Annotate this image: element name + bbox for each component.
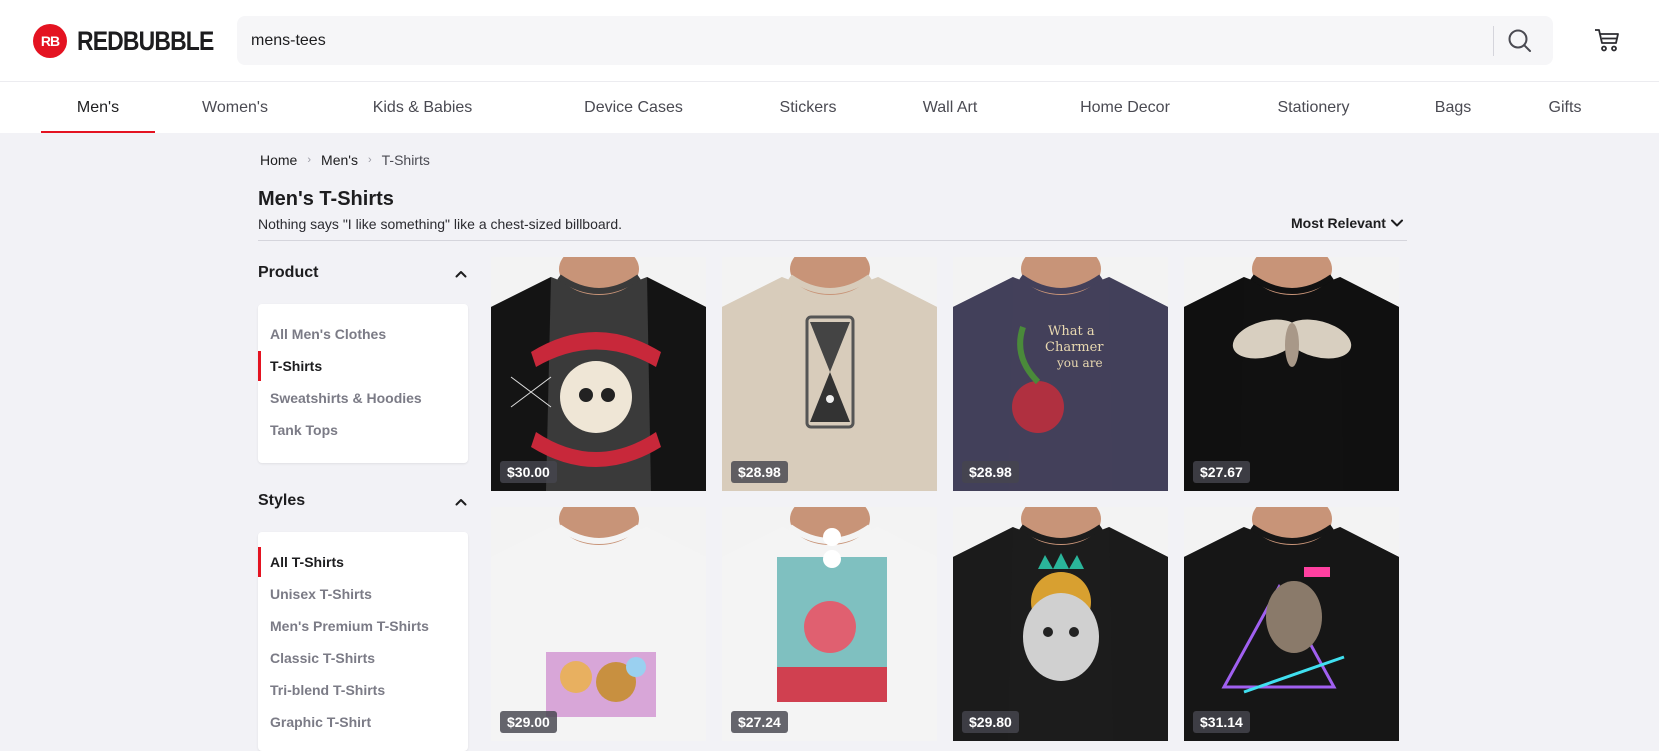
- nav-item-bags[interactable]: Bags: [1426, 82, 1480, 133]
- product-card[interactable]: What a Charmer you are $28.98: [953, 257, 1168, 491]
- product-card[interactable]: $31.14: [1184, 507, 1399, 741]
- search-input[interactable]: [251, 16, 1491, 65]
- product-card[interactable]: $27.24: [722, 507, 937, 741]
- breadcrumb-home[interactable]: Home: [260, 152, 297, 168]
- filter-heading-styles[interactable]: Styles: [258, 492, 468, 510]
- product-image: [491, 257, 706, 491]
- svg-text:What a: What a: [1048, 324, 1095, 339]
- nav-item-home-decor[interactable]: Home Decor: [1067, 82, 1183, 133]
- chevron-down-icon: [1390, 219, 1403, 227]
- product-image: [953, 507, 1168, 741]
- search-icon[interactable]: [1507, 28, 1533, 54]
- product-price: $27.67: [1193, 461, 1250, 483]
- breadcrumb-separator-icon: ›: [307, 154, 312, 166]
- filter-card-styles: All T-Shirts Unisex T-Shirts Men's Premi…: [258, 532, 468, 751]
- filter-heading-product-label: Product: [258, 264, 319, 281]
- product-price: $29.80: [962, 711, 1019, 733]
- product-price: $28.98: [731, 461, 788, 483]
- breadcrumb: Home › Men's › T-Shirts: [260, 152, 430, 168]
- product-price: $28.98: [962, 461, 1019, 483]
- active-filter-indicator: [258, 547, 261, 577]
- product-price: $30.00: [500, 461, 557, 483]
- filter-item-all-t-shirts[interactable]: All T-Shirts: [270, 554, 344, 570]
- product-image: [1184, 507, 1399, 741]
- logo-mark: RB: [33, 24, 67, 58]
- svg-text:Charmer: Charmer: [1045, 340, 1104, 355]
- chevron-up-icon: [455, 499, 467, 506]
- active-filter-indicator: [258, 351, 261, 381]
- nav-item-kids-babies[interactable]: Kids & Babies: [355, 82, 490, 133]
- product-image: [491, 507, 706, 741]
- product-image: [722, 257, 937, 491]
- filter-heading-product[interactable]: Product: [258, 264, 468, 282]
- product-card[interactable]: $27.67: [1184, 257, 1399, 491]
- redbubble-logo[interactable]: RB REDBUBBLE: [33, 24, 238, 58]
- filter-item-tri-blend-t-shirts[interactable]: Tri-blend T-Shirts: [270, 682, 385, 698]
- filter-item-all-mens-clothes[interactable]: All Men's Clothes: [270, 326, 386, 342]
- nav-item-wall-art[interactable]: Wall Art: [910, 82, 990, 133]
- product-image: What aCharmeryou are: [953, 257, 1168, 491]
- product-image: [722, 507, 937, 741]
- nav-item-mens[interactable]: Men's: [41, 82, 155, 133]
- search-divider: [1493, 26, 1494, 56]
- filter-item-sweatshirts-hoodies[interactable]: Sweatshirts & Hoodies: [270, 390, 422, 406]
- nav-item-gifts[interactable]: Gifts: [1538, 82, 1592, 133]
- product-price: $31.14: [1193, 711, 1250, 733]
- product-card[interactable]: $29.80: [953, 507, 1168, 741]
- nav-item-device-cases[interactable]: Device Cases: [573, 82, 694, 133]
- site-header: RB REDBUBBLE: [0, 0, 1659, 82]
- breadcrumb-current: T-Shirts: [381, 152, 430, 168]
- product-price: $27.24: [731, 711, 788, 733]
- product-card[interactable]: $28.98: [722, 257, 937, 491]
- search-bar: [237, 16, 1553, 65]
- filter-item-classic-t-shirts[interactable]: Classic T-Shirts: [270, 650, 375, 666]
- product-card[interactable]: $30.00: [491, 257, 706, 491]
- nav-item-stickers[interactable]: Stickers: [768, 82, 848, 133]
- page-subtitle: Nothing says "I like something" like a c…: [258, 216, 622, 232]
- page-title: Men's T-Shirts: [258, 188, 394, 210]
- breadcrumb-mens[interactable]: Men's: [321, 152, 358, 168]
- filter-item-t-shirts[interactable]: T-Shirts: [270, 358, 322, 374]
- sort-dropdown[interactable]: Most Relevant: [1291, 215, 1404, 231]
- filter-heading-styles-label: Styles: [258, 492, 306, 509]
- filter-item-tank-tops[interactable]: Tank Tops: [270, 422, 338, 438]
- filter-item-unisex-t-shirts[interactable]: Unisex T-Shirts: [270, 586, 372, 602]
- header-divider: [258, 240, 1407, 241]
- cart-icon[interactable]: [1593, 26, 1621, 54]
- filter-card-product: All Men's Clothes T-Shirts Sweatshirts &…: [258, 304, 468, 463]
- filter-item-graphic-t-shirt[interactable]: Graphic T-Shirt: [270, 714, 371, 730]
- nav-item-stationery[interactable]: Stationery: [1265, 82, 1362, 133]
- logo-text: REDBUBBLE: [77, 25, 214, 56]
- category-nav: Men's Women's Kids & Babies Device Cases…: [0, 82, 1659, 133]
- breadcrumb-separator-icon: ›: [367, 154, 372, 166]
- svg-text:you are: you are: [1056, 356, 1103, 370]
- product-image: [1184, 257, 1399, 491]
- nav-item-womens[interactable]: Women's: [183, 82, 287, 133]
- product-price: $29.00: [500, 711, 557, 733]
- product-card[interactable]: $29.00: [491, 507, 706, 741]
- filter-item-mens-premium-t-shirts[interactable]: Men's Premium T-Shirts: [270, 618, 429, 634]
- chevron-up-icon: [455, 271, 467, 278]
- sort-label: Most Relevant: [1291, 215, 1386, 231]
